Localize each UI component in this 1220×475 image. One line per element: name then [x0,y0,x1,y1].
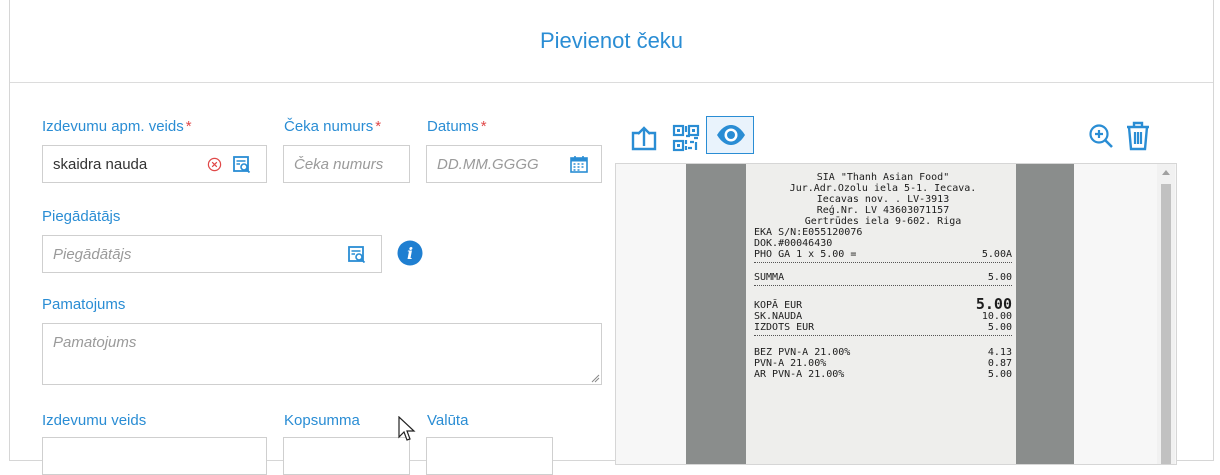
date-placeholder: DD.MM.GGGG [437,156,539,173]
receipt-number-label: Čeka numurs * [284,118,382,135]
currency-label: Valūta [427,412,469,429]
scrollbar-thumb[interactable] [1161,184,1171,464]
trash-icon[interactable] [1124,121,1152,151]
zoom-in-icon[interactable] [1088,123,1114,149]
receipt-number-input[interactable]: Čeka numurs [283,145,410,183]
lookup-icon[interactable] [348,246,366,263]
expense-type-label: Izdevumu veids [42,412,147,429]
date-label: Datums * [427,118,487,135]
date-input[interactable]: DD.MM.GGGG [426,145,602,183]
resize-handle-icon[interactable] [590,373,600,383]
payment-type-field[interactable]: skaidra nauda [42,145,267,183]
lookup-icon[interactable] [233,156,251,173]
info-icon[interactable]: i [397,240,423,266]
eye-icon [717,125,745,145]
supplier-label: Piegādātājs [42,208,121,225]
expense-type-select[interactable] [42,437,267,475]
view-toggle-button[interactable] [706,116,754,154]
payment-type-value: skaidra nauda [53,156,148,173]
justification-label: Pamatojums [42,296,126,313]
dialog-title: Pievienot čeku [539,28,684,53]
currency-select[interactable] [426,437,553,475]
receipt-number-placeholder: Čeka numurs [294,156,384,173]
dialog-header: Pievienot čeku [10,0,1213,83]
svg-text:i: i [407,244,413,263]
receipt-preview: SIA "Thanh Asian Food" Jur.Adr.Ozolu iel… [615,163,1177,465]
justification-textarea[interactable]: Pamatojums [42,323,602,385]
receipt-image: SIA "Thanh Asian Food" Jur.Adr.Ozolu iel… [686,164,1074,464]
qr-code-icon[interactable] [672,124,700,152]
total-label: Kopsumma [284,412,360,429]
clear-icon[interactable] [207,157,222,172]
payment-type-label: Izdevumu apm. veids * [42,118,192,135]
justification-placeholder: Pamatojums [53,334,137,351]
scroll-up-icon[interactable] [1161,168,1171,176]
calendar-icon[interactable] [570,155,588,173]
upload-icon[interactable] [630,124,658,152]
supplier-input[interactable]: Piegādātājs [42,235,382,273]
preview-scrollbar[interactable] [1157,164,1175,464]
total-input[interactable] [283,437,410,475]
mouse-cursor-icon [398,416,416,441]
supplier-placeholder: Piegādātājs [53,246,132,263]
